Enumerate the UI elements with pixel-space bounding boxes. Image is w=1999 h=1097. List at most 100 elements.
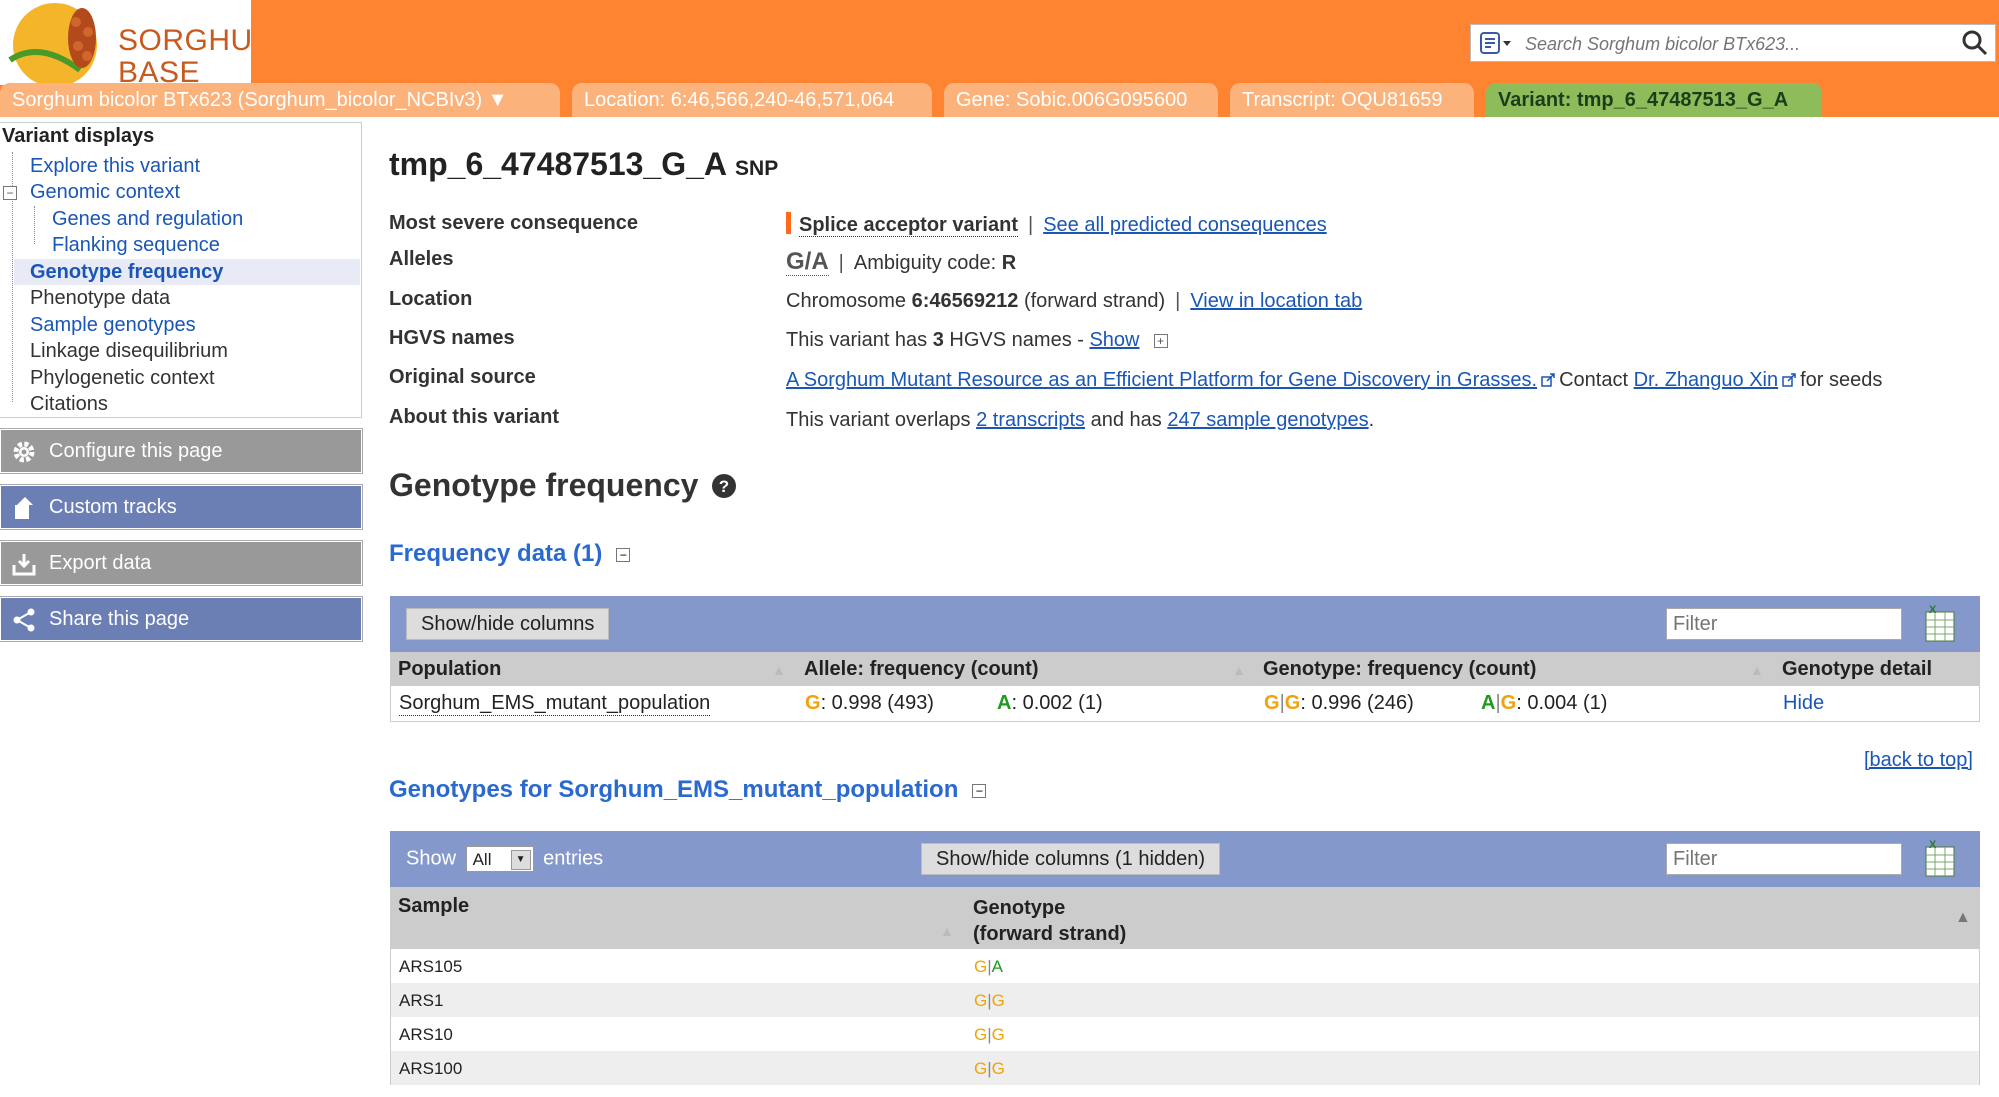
transcripts-link[interactable]: 2 transcripts (976, 409, 1085, 431)
view-location-tab-link[interactable]: View in location tab (1190, 290, 1362, 312)
sorghum-plant-icon (8, 3, 97, 85)
genotype-gg-frequency: G|G: 0.996 (246) (1264, 692, 1414, 714)
export-data-button[interactable]: Export data (0, 540, 363, 586)
gt2-allele-b: G (1500, 692, 1517, 714)
sort-icon[interactable]: ▲ (940, 923, 954, 939)
allele-a: A (997, 692, 1012, 714)
share-page-button[interactable]: Share this page (0, 596, 363, 642)
sample-genotypes-link[interactable]: 247 sample genotypes (1167, 409, 1368, 431)
table-row: ARS100 G|G (390, 1051, 1980, 1085)
sidebar-item-genotype-frequency[interactable]: Genotype frequency (14, 259, 360, 285)
about-value-row: This variant overlaps 2 transcripts and … (786, 409, 1374, 432)
expand-icon[interactable]: + (1153, 333, 1168, 348)
sidebar-item-genes-regulation[interactable]: Genes and regulation (52, 206, 243, 232)
frequency-filter-input[interactable] (1666, 608, 1902, 640)
hgvs-show-link[interactable]: Show (1089, 329, 1139, 351)
tab-species[interactable]: Sorghum bicolor BTx623 (Sorghum_bicolor_… (0, 83, 560, 117)
sample-name: ARS10 (399, 1025, 453, 1044)
col-genotype-detail[interactable]: Genotype detail (1782, 658, 1932, 681)
location-suffix: (forward strand) (1023, 290, 1166, 312)
sorghum-base-logo[interactable]: SORGHUM BASE (0, 0, 251, 85)
about-suffix: . (1368, 409, 1375, 431)
collapse-frequency-icon[interactable]: − (616, 547, 631, 562)
search-species-selector[interactable] (1479, 31, 1513, 55)
tab-gene[interactable]: Gene: Sobic.006G095600 (944, 83, 1218, 117)
sidebar-item-phenotype-data[interactable]: Phenotype data (30, 285, 170, 311)
sort-icon[interactable]: ▲ (1232, 662, 1246, 678)
source-publication-link[interactable]: A Sorghum Mutant Resource as an Efficien… (786, 369, 1537, 391)
sort-icon[interactable]: ▲ (772, 662, 786, 678)
sort-asc-icon[interactable]: ▲ (1955, 909, 1971, 927)
ambiguity-code: R (1001, 252, 1017, 274)
logo-text: SORGHUM BASE (118, 24, 251, 86)
external-link-icon (1782, 373, 1796, 387)
col-population[interactable]: Population (398, 658, 501, 681)
sidebar-item-genomic-context[interactable]: Genomic context (30, 179, 180, 205)
search-input[interactable] (1523, 25, 1947, 63)
col-genotype[interactable]: Genotype (forward strand) (973, 895, 1126, 947)
excel-export-icon[interactable]: X (1925, 604, 1955, 642)
collapse-genotypes-icon[interactable]: − (972, 783, 987, 798)
location-value: 6:46569212 (911, 290, 1019, 312)
genotype-allele-2: G (991, 1025, 1005, 1044)
sidebar-item-sample-genotypes[interactable]: Sample genotypes (30, 312, 196, 338)
svg-text:?: ? (719, 477, 729, 496)
hgvs-label: HGVS names (389, 327, 515, 349)
gt1-allele-b: G (1284, 692, 1301, 714)
sample-name: ARS100 (399, 1059, 463, 1078)
ambiguity-prefix: Ambiguity code: (853, 252, 997, 274)
sidebar-item-citations[interactable]: Citations (30, 391, 108, 417)
export-data-label: Export data (49, 552, 152, 574)
frequency-data-heading: Frequency data (1) − (389, 540, 631, 568)
search-icon[interactable] (1961, 29, 1989, 57)
col-genotype-frequency[interactable]: Genotype: frequency (count) (1263, 658, 1536, 681)
table-row: ARS1 G|G (390, 983, 1980, 1017)
about-prefix: This variant overlaps (786, 409, 971, 431)
logo-text-line1: SORGHUM (118, 24, 251, 57)
about-mid: and has (1090, 409, 1162, 431)
sidebar-item-phylogenetic[interactable]: Phylogenetic context (30, 365, 215, 391)
see-all-consequences-link[interactable]: See all predicted consequences (1043, 214, 1327, 236)
consequence-color-swatch (786, 212, 791, 234)
tab-transcript[interactable]: Transcript: OQU81659 (1230, 83, 1474, 117)
genotypes-heading: Genotypes for Sorghum_EMS_mutant_populat… (389, 776, 987, 804)
alleles-value: G/A (786, 248, 829, 276)
genotypes-filter-input[interactable] (1666, 843, 1902, 875)
genotype-allele-2: A (991, 957, 1003, 976)
show-entries-control: Show All ▼ entries (406, 846, 603, 872)
genotype-allele-2: G (991, 991, 1005, 1010)
configure-page-button[interactable]: Configure this page (0, 428, 363, 474)
table-row: ARS105 G|A (390, 949, 1980, 983)
contact-link[interactable]: Dr. Zhanguo Xin (1634, 369, 1779, 391)
entries-select[interactable]: All ▼ (465, 846, 534, 872)
excel-export-icon[interactable]: X (1925, 839, 1955, 877)
custom-tracks-button[interactable]: Custom tracks (0, 484, 363, 530)
back-to-top-link[interactable]: [back to top] (1864, 749, 1973, 772)
alleles-value-row: G/A | Ambiguity code: R (786, 248, 1016, 276)
sidebar-item-flanking-sequence[interactable]: Flanking sequence (52, 232, 220, 258)
variant-name: tmp_6_47487513_G_A (389, 146, 728, 182)
variant-title: tmp_6_47487513_G_A SNP (389, 146, 778, 183)
hide-detail-link[interactable]: Hide (1783, 692, 1824, 715)
show-hide-columns-hidden-button[interactable]: Show/hide columns (1 hidden) (921, 843, 1221, 875)
consequence-label: Most severe consequence (389, 212, 638, 234)
show-hide-columns-button[interactable]: Show/hide columns (406, 608, 610, 640)
tab-location[interactable]: Location: 6:46,566,240-46,571,064 (572, 83, 932, 117)
help-icon[interactable]: ? (711, 473, 737, 499)
about-label: About this variant (389, 406, 560, 428)
genotype-frequency-title: Genotype frequency (389, 467, 699, 503)
col-allele-frequency[interactable]: Allele: frequency (count) (804, 658, 1038, 681)
collapse-icon[interactable]: − (3, 186, 17, 200)
allele-g-value: : 0.998 (493) (820, 692, 934, 714)
contact-prefix: Contact (1559, 369, 1629, 391)
genotype-allele-1: G (974, 1025, 988, 1044)
sidebar-item-explore[interactable]: Explore this variant (30, 153, 200, 179)
sort-icon[interactable]: ▲ (1750, 662, 1764, 678)
col-sample[interactable]: Sample (398, 895, 469, 918)
sidebar-item-linkage[interactable]: Linkage disequilibrium (30, 338, 228, 364)
download-icon (12, 554, 36, 576)
search-box (1470, 24, 1996, 63)
share-page-label: Share this page (49, 608, 190, 630)
tab-variant[interactable]: Variant: tmp_6_47487513_G_A (1486, 83, 1822, 117)
show-label: Show (406, 847, 457, 870)
